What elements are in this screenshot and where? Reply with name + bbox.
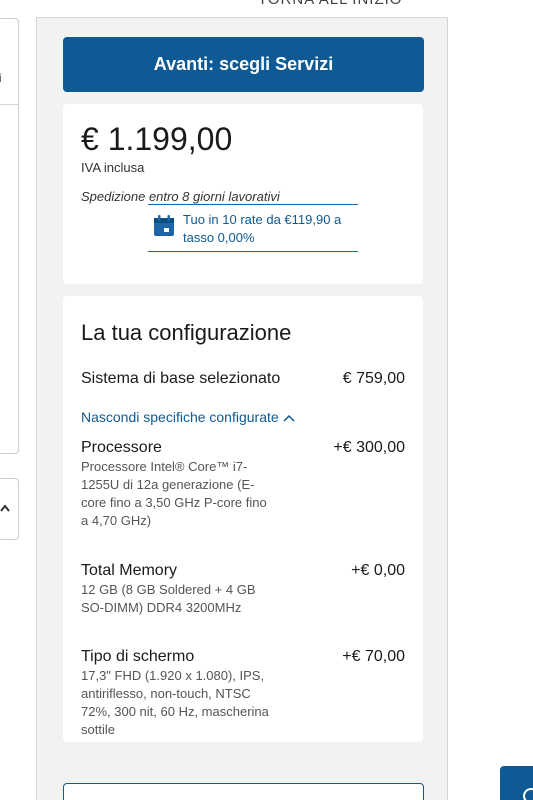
item-description: 12 GB (8 GB Soldered + 4 GB SO-DIMM) DDR… — [81, 582, 256, 615]
config-item-processor: Processore +€ 300,00 Processore Intel® C… — [81, 439, 405, 530]
chevron-up-icon — [0, 499, 10, 515]
base-system-price: € 759,00 — [342, 370, 405, 387]
hide-specs-label: Nascondi specifiche configurate — [81, 409, 283, 425]
item-description: Processore Intel® Core™ i7-1255U di 12a … — [81, 459, 267, 528]
price-card: € 1.199,00 IVA inclusa Spedizione entro … — [63, 104, 423, 284]
divider — [148, 204, 358, 205]
calendar-icon — [152, 214, 176, 243]
vat-note: IVA inclusa — [81, 160, 145, 175]
configuration-card: La tua configurazione Sistema di base se… — [63, 296, 423, 742]
left-filter-card: ri — [0, 18, 19, 454]
back-to-start-link[interactable]: TORNA ALL'INIZIO — [258, 0, 402, 8]
divider — [148, 251, 358, 252]
chevron-up-icon — [283, 409, 295, 425]
installment-link[interactable]: Tuo in 10 rate da €119,90 a tasso 0,00% — [183, 211, 373, 247]
base-system-row: Sistema di base selezionato € 759,00 — [81, 370, 405, 388]
page: TORNA ALL'INIZIO ri Avanti: scegli Servi… — [0, 0, 533, 800]
config-item-memory: Total Memory +€ 0,00 12 GB (8 GB Soldere… — [81, 562, 405, 617]
item-price: +€ 0,00 — [351, 562, 405, 579]
chat-button[interactable] — [500, 766, 533, 800]
item-description: 17,3" FHD (1.920 x 1.080), IPS, antirifl… — [81, 668, 269, 737]
total-price: € 1.199,00 — [81, 121, 233, 157]
scroll-up-button[interactable] — [0, 478, 19, 540]
item-price: +€ 300,00 — [333, 439, 405, 456]
left-card-partial-text: ri — [0, 71, 2, 85]
next-choose-services-button[interactable]: Avanti: scegli Servizi — [63, 37, 424, 92]
config-item-display: Tipo di schermo +€ 70,00 17,3" FHD (1.92… — [81, 648, 405, 739]
secondary-button[interactable] — [63, 783, 424, 800]
hide-specs-toggle[interactable]: Nascondi specifiche configurate — [81, 409, 295, 425]
divider — [0, 104, 18, 105]
shipping-info: Spedizione entro 8 giorni lavorativi — [81, 189, 280, 204]
chat-icon — [523, 788, 533, 800]
item-price: +€ 70,00 — [342, 648, 405, 665]
configuration-title: La tua configurazione — [81, 320, 292, 345]
